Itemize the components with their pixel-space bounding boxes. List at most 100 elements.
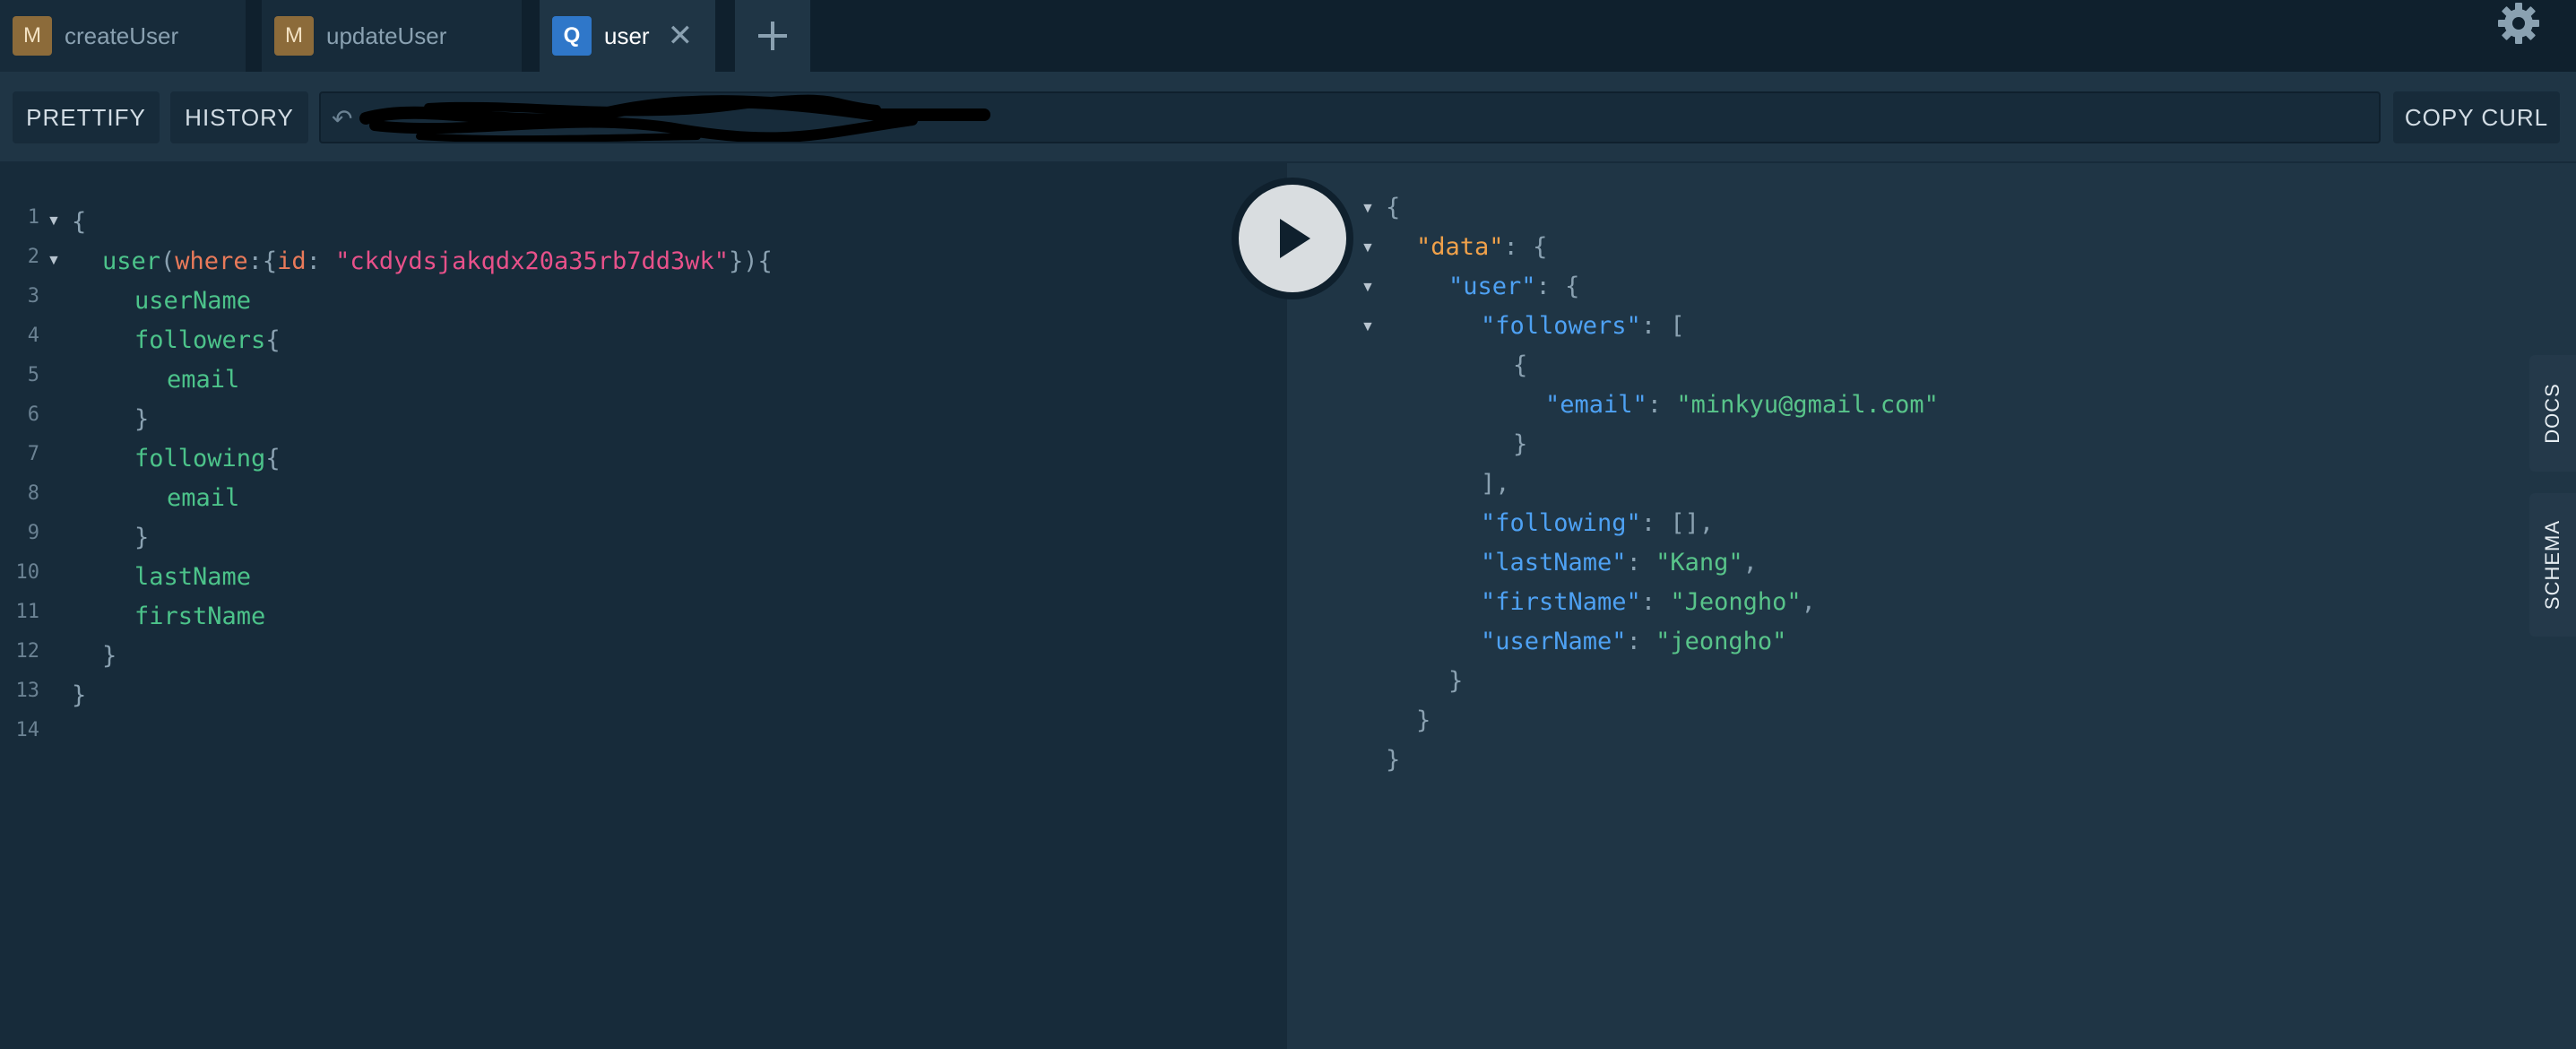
code-line: } [72, 681, 87, 709]
tab-user[interactable]: Q user ✕ [540, 0, 715, 72]
tab-updateUser[interactable]: M updateUser [262, 0, 522, 72]
punct: }){ [729, 247, 773, 275]
tab-createUser[interactable]: M createUser [0, 0, 246, 72]
json-line: } [1416, 707, 1431, 734]
punct: : [1647, 391, 1677, 419]
line-number: 9 [27, 522, 39, 544]
fold-arrow-icon[interactable]: ▼ [1361, 240, 1375, 256]
json-key: "lastName" [1481, 549, 1627, 577]
punct: { [265, 445, 281, 472]
fold-arrow-icon[interactable]: ▼ [47, 213, 61, 230]
run-query-button[interactable] [1239, 185, 1346, 292]
punct: : [306, 247, 336, 275]
punct: : [1535, 273, 1566, 300]
argument-key: id [277, 247, 307, 275]
punct: : [1640, 509, 1671, 537]
line-number: 12 [15, 640, 40, 663]
punct: : [1626, 628, 1656, 655]
punct: , [1742, 549, 1758, 577]
code-line: following{ [134, 439, 281, 479]
punct: , [1801, 588, 1816, 616]
gear-icon[interactable] [2497, 2, 2540, 45]
json-value: "minkyu@gmail.com" [1676, 391, 1939, 419]
code-line: user(where:{id: "ckdydsjakqdx20a35rb7dd3… [102, 242, 773, 282]
line-number: 4 [27, 325, 39, 347]
json-line: ], [1481, 470, 1510, 498]
mutation-badge: M [13, 16, 52, 56]
line-number: 8 [27, 482, 39, 505]
line-number: 6 [27, 403, 39, 426]
code-line: } [134, 405, 150, 433]
line-number: 14 [15, 719, 40, 741]
json-line: "email": "minkyu@gmail.com" [1545, 386, 1939, 425]
json-key: "userName" [1481, 628, 1627, 655]
argument-name: where [175, 247, 248, 275]
punct: : [1640, 312, 1671, 340]
code-line: email [167, 484, 240, 512]
code-line: email [167, 366, 240, 394]
query-field: user [102, 247, 161, 275]
json-key: "data" [1416, 233, 1504, 261]
punct: ( [160, 247, 176, 275]
line-number: 10 [15, 561, 40, 584]
code-line: } [134, 524, 150, 551]
docs-tab[interactable]: DOCS [2529, 355, 2576, 472]
query-field: followers [134, 326, 266, 354]
schema-tab-label: SCHEMA [2541, 519, 2563, 611]
tab-label: updateUser [326, 22, 447, 49]
json-line: "firstName": "Jeongho", [1481, 583, 1816, 622]
punct: { [1565, 273, 1580, 300]
docs-tab-label: DOCS [2541, 383, 2563, 444]
json-key: "followers" [1481, 312, 1641, 340]
query-badge: Q [552, 16, 592, 56]
json-key: "following" [1481, 509, 1641, 537]
fold-arrow-icon[interactable]: ▼ [47, 253, 61, 269]
line-number: 3 [27, 285, 39, 308]
line-number: 7 [27, 443, 39, 465]
tab-label: createUser [65, 22, 179, 49]
punct: : [1640, 588, 1671, 616]
line-number: 1 [27, 206, 39, 229]
close-icon[interactable]: ✕ [668, 18, 694, 54]
fold-arrow-icon[interactable]: ▼ [1361, 201, 1375, 217]
json-value: "jeongho" [1655, 628, 1787, 655]
json-line: { [1386, 194, 1401, 221]
json-line: "lastName": "Kang", [1481, 543, 1758, 583]
redacted-url-scribble: ↶ [332, 94, 990, 142]
line-number: 11 [15, 601, 40, 623]
json-key: "email" [1545, 391, 1647, 419]
mutation-badge: M [274, 16, 314, 56]
history-button[interactable]: HISTORY [170, 91, 308, 143]
json-line: } [1386, 746, 1401, 774]
json-line: "followers": [ [1481, 307, 1685, 346]
fold-arrow-icon[interactable]: ▼ [1361, 280, 1375, 296]
punct: : [1503, 233, 1534, 261]
play-icon [1280, 219, 1310, 258]
code-line: } [102, 642, 117, 670]
tab-bar: M createUser M updateUser Q user ✕ [0, 0, 2576, 72]
line-number: 2 [27, 246, 39, 268]
endpoint-url-input[interactable]: ↶ [319, 91, 2381, 143]
add-tab-button[interactable] [735, 0, 810, 72]
schema-tab[interactable]: SCHEMA [2529, 493, 2576, 637]
argument-value: "ckdydsjakqdx20a35rb7dd3wk" [335, 247, 730, 275]
json-line: "user": { [1448, 267, 1579, 307]
json-key: "firstName" [1481, 588, 1641, 616]
fold-arrow-icon[interactable]: ▼ [1361, 319, 1375, 335]
json-line: "userName": "jeongho" [1481, 622, 1786, 662]
copy-curl-button[interactable]: COPY CURL [2393, 91, 2560, 143]
json-line: } [1448, 667, 1464, 695]
punct: :{ [247, 247, 278, 275]
punct: { [265, 326, 281, 354]
line-number: 5 [27, 364, 39, 386]
json-value: "Kang" [1655, 549, 1743, 577]
svg-text:↶: ↶ [332, 104, 352, 134]
json-value: [], [1670, 509, 1715, 537]
code-line: userName [134, 287, 252, 315]
json-line: } [1513, 430, 1528, 458]
json-key: "user" [1448, 273, 1536, 300]
plus-icon [758, 22, 787, 50]
json-line: { [1513, 351, 1528, 379]
tab-label: user [604, 22, 650, 49]
prettify-button[interactable]: PRETTIFY [13, 91, 160, 143]
